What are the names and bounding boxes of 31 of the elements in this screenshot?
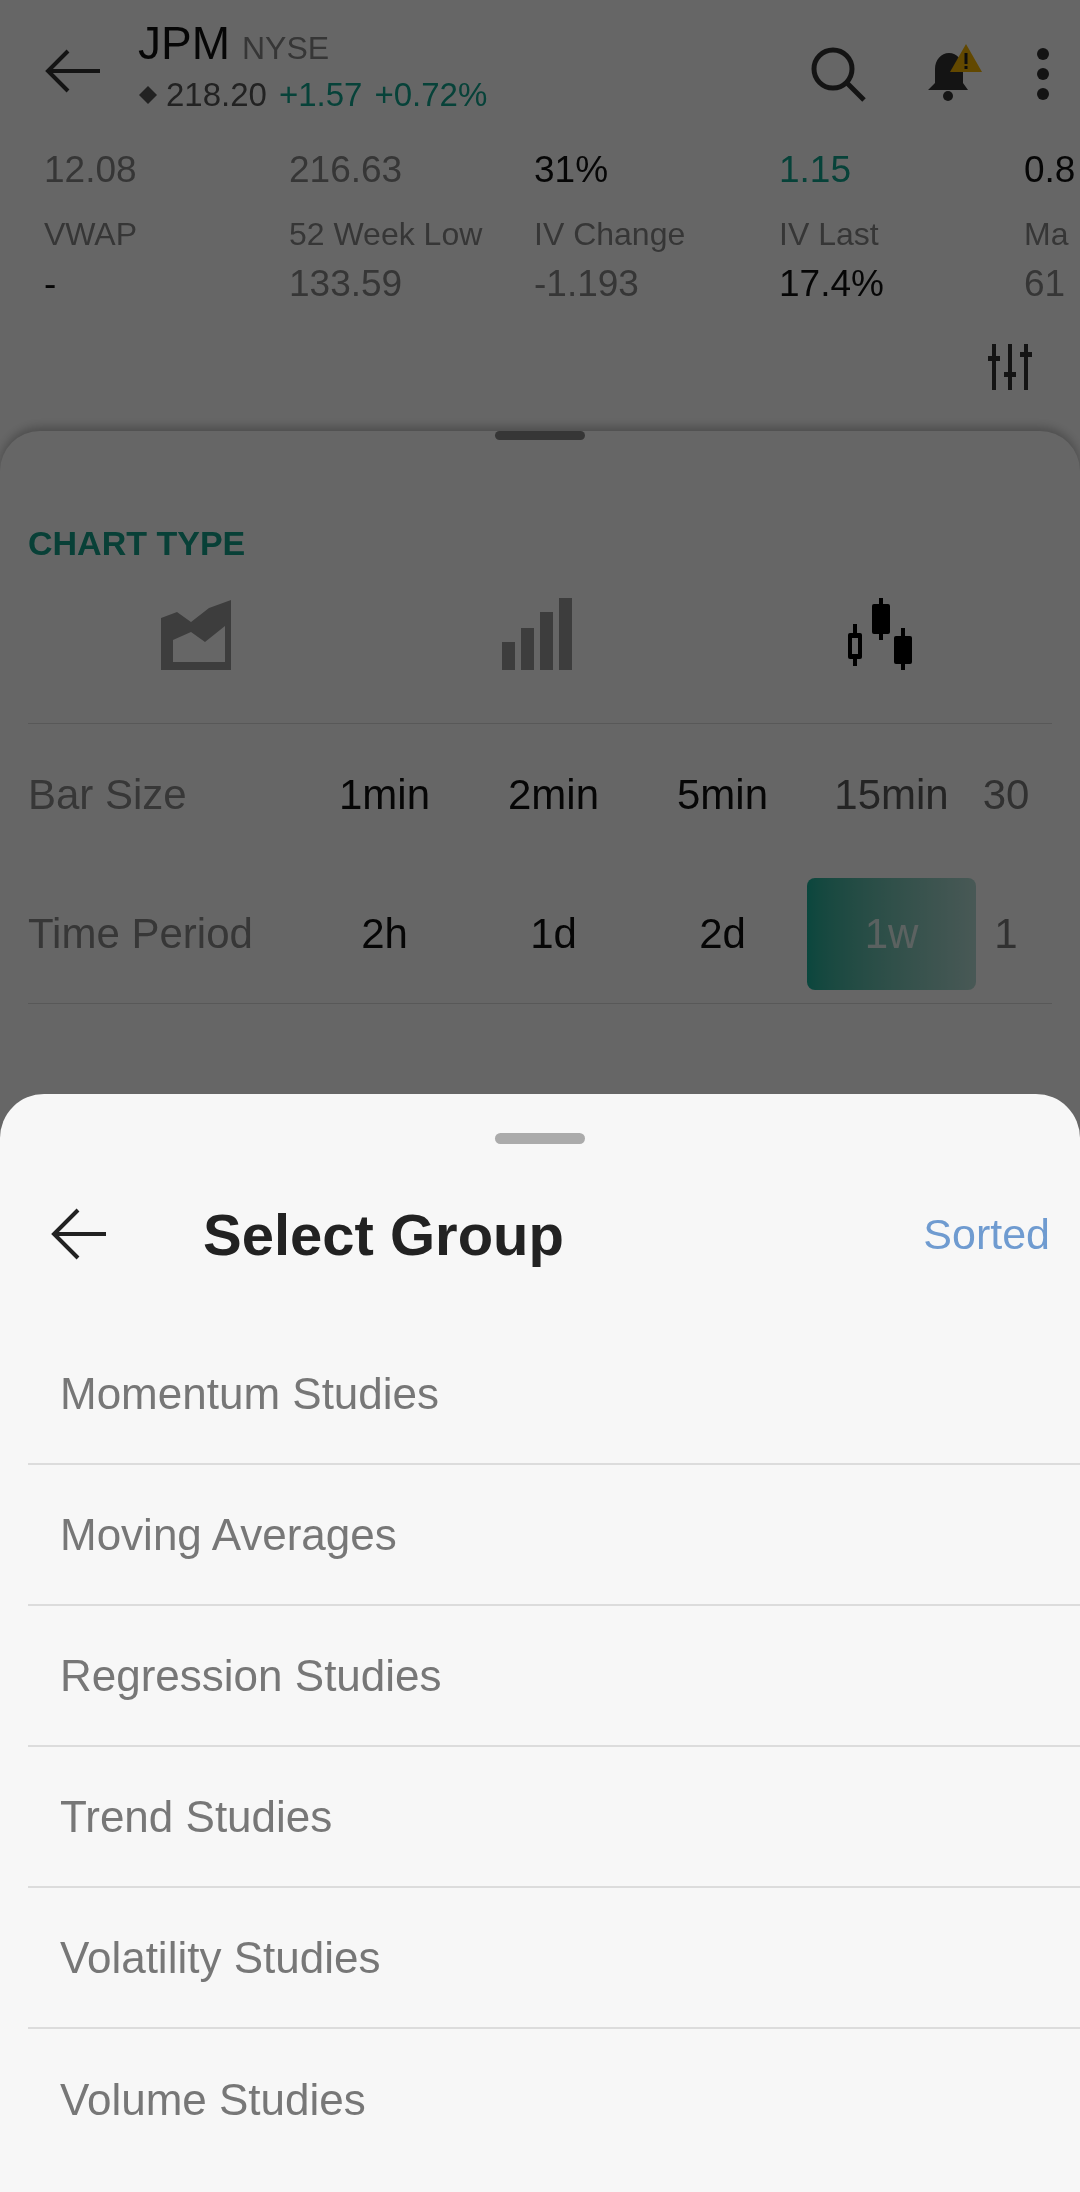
bar-size-option[interactable]: 15min (807, 738, 976, 850)
group-item[interactable]: Volume Studies (28, 2029, 1080, 2170)
time-period-option[interactable]: 1d (469, 877, 638, 990)
group-item[interactable]: Moving Averages (28, 1465, 1080, 1606)
stat-value: 17.4% (779, 263, 884, 305)
stat-value: 31% (534, 149, 609, 191)
percent-change: +0.72% (374, 78, 488, 111)
more-icon[interactable] (1036, 47, 1050, 101)
price-change: +1.57 (278, 78, 363, 111)
bar-size-option[interactable]: 2min (469, 738, 638, 850)
section-title: CHART TYPE (27, 526, 247, 560)
stat-value: 1.15 (779, 149, 851, 191)
drag-handle[interactable] (495, 431, 585, 440)
diamond-icon (138, 84, 158, 105)
back-icon[interactable] (50, 1206, 108, 1262)
sorted-link[interactable]: Sorted (923, 1201, 1050, 1267)
sheet-title: Select Group (203, 1200, 564, 1269)
filter-sliders-icon[interactable] (988, 344, 1032, 390)
group-item[interactable]: Trend Studies (28, 1747, 1080, 1888)
time-period-option[interactable]: 2h (300, 877, 469, 990)
bar-size-option[interactable]: 5min (638, 738, 807, 850)
group-item[interactable]: Volatility Studies (28, 1888, 1080, 2029)
group-item[interactable]: Momentum Studies (28, 1324, 1080, 1465)
bar-size-option[interactable]: 1min (300, 738, 469, 850)
ticker-symbol: JPM (138, 20, 230, 66)
group-item[interactable]: Regression Studies (28, 1606, 1080, 1747)
drag-handle[interactable] (495, 1133, 585, 1144)
time-period-option[interactable]: 2d (638, 877, 807, 990)
stat-value: - (44, 263, 57, 305)
stat-value: 0.8 (1024, 149, 1076, 191)
last-price: 218.20 (166, 78, 267, 111)
